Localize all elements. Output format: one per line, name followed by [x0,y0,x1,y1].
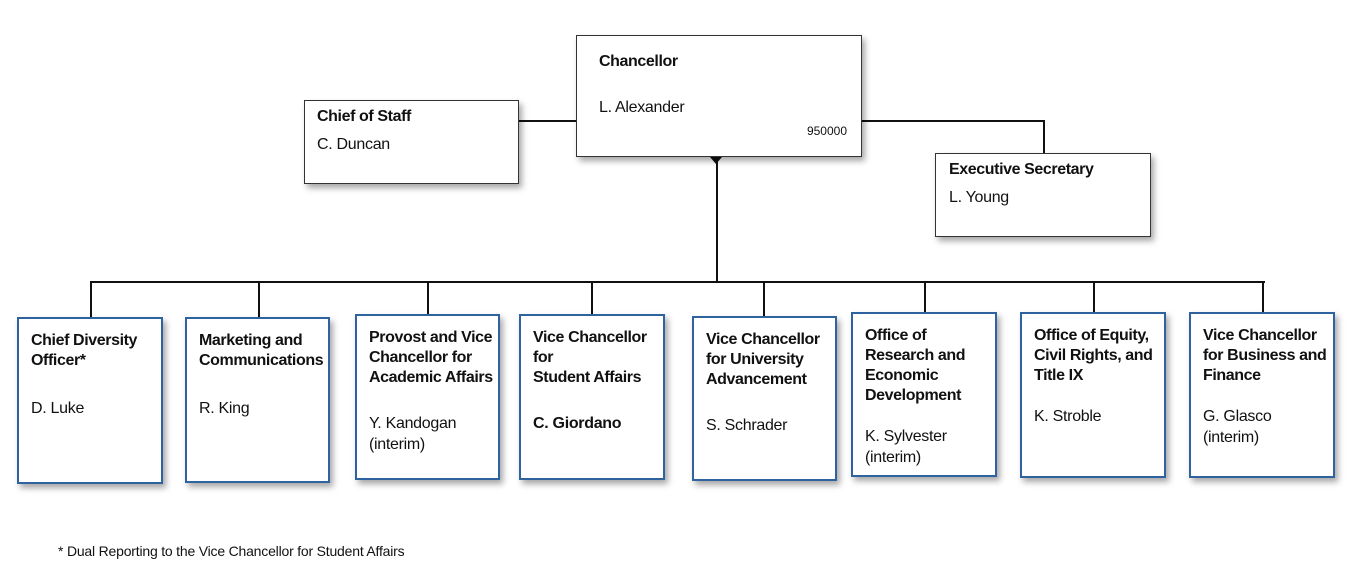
connector-units-h [90,281,1265,283]
box-title: Marketing and Communications [199,332,324,369]
box-name: K. Sylvester (interim) [865,428,947,466]
box-title: Office of Research and Economic Developm… [865,327,966,404]
connector-main-v [716,157,718,283]
connector-drop [1093,281,1095,312]
box-name: D. Luke [31,400,85,417]
unit-box: Chief Diversity Officer* D. Luke [17,317,163,484]
unit-box: Office of Equity, Civil Rights, and Titl… [1020,312,1166,478]
connector-secretary-v [1043,120,1045,153]
connector-drop [258,281,260,317]
box-name: K. Stroble [1034,408,1102,425]
connector-drop [763,281,765,316]
box-title: Vice Chancellor for Business and Finance [1203,327,1327,384]
chancellor-box: Chancellor L. Alexander 950000 [576,35,862,157]
connector-drop [924,281,926,312]
unit-box: Office of Research and Economic Developm… [851,312,997,477]
box-name: S. Schrader [706,417,788,434]
box-title: Vice Chancellor for Student Affairs [533,329,647,386]
box-title: Office of Equity, Civil Rights, and Titl… [1034,327,1153,384]
box-name: R. King [199,400,250,417]
box-title: Vice Chancellor for University Advanceme… [706,331,820,388]
footnote: * Dual Reporting to the Vice Chancellor … [58,543,405,559]
arrow-icon [710,157,722,164]
connector-drop [591,281,593,314]
box-name: L. Alexander [599,99,685,116]
box-title: Chief Diversity Officer* [31,332,138,369]
box-name: Y. Kandogan (interim) [369,415,457,453]
box-name: C. Duncan [317,136,390,153]
chief-of-staff-box: Chief of Staff C. Duncan [304,100,519,184]
executive-secretary-box: Executive Secretary L. Young [935,153,1151,237]
unit-box: Marketing and Communications R. King [185,317,330,483]
box-title: Provost and Vice Chancellor for Academic… [369,329,493,386]
box-title: Chancellor [599,53,678,70]
box-name: G. Glasco (interim) [1203,408,1272,446]
box-code: 950000 [806,124,847,138]
box-name: C. Giordano [533,415,622,432]
connector-drop [90,281,92,317]
connector-staff [519,120,576,122]
connector-secretary-h [862,120,1045,122]
connector-drop [1262,281,1264,312]
connector-drop [427,281,429,314]
unit-box: Vice Chancellor for University Advanceme… [692,316,837,481]
box-name: L. Young [949,189,1009,206]
unit-box: Vice Chancellor for Business and Finance… [1189,312,1335,478]
box-title: Executive Secretary [949,161,1094,178]
box-title: Chief of Staff [317,108,411,125]
unit-box: Vice Chancellor for Student Affairs C. G… [519,314,665,480]
unit-box: Provost and Vice Chancellor for Academic… [355,314,500,480]
